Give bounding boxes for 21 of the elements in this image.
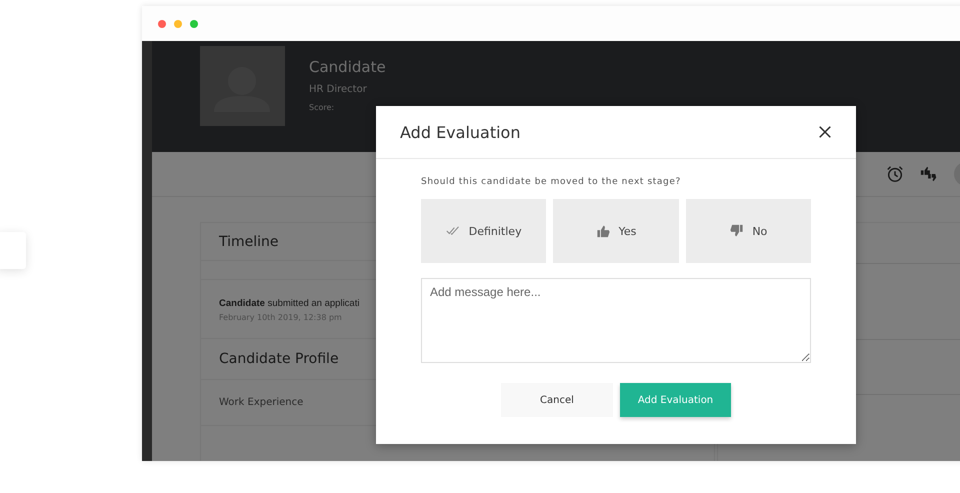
alarm-clock-icon[interactable] xyxy=(886,165,904,183)
close-icon[interactable] xyxy=(818,125,832,139)
double-check-icon xyxy=(446,224,461,238)
window-control-dot[interactable] xyxy=(174,20,182,28)
answer-option[interactable]: Definitley xyxy=(421,199,546,263)
dialog-title: Add Evaluation xyxy=(400,122,520,142)
answer-option[interactable]: Yes xyxy=(553,199,679,263)
avatar-placeholder-icon xyxy=(200,46,285,126)
window-control-dot[interactable] xyxy=(190,20,198,28)
thumbs-down-icon xyxy=(729,224,744,238)
candidate-name: Candidate xyxy=(309,58,386,76)
window-control-dot[interactable] xyxy=(158,20,166,28)
timeline-entry-text: Candidate submitted an applicati xyxy=(219,298,360,309)
cancel-button[interactable]: Cancel xyxy=(501,383,613,417)
score-label: Score: xyxy=(309,103,336,112)
question-text: Should this candidate be moved to the next stage? xyxy=(421,177,682,187)
message-field[interactable]: Add message here... xyxy=(421,278,811,363)
thumbs-icon[interactable] xyxy=(920,165,938,183)
candidate-role: HR Director xyxy=(309,84,368,95)
thumbs-up-icon xyxy=(596,224,611,238)
answer-option[interactable]: No xyxy=(686,199,811,263)
